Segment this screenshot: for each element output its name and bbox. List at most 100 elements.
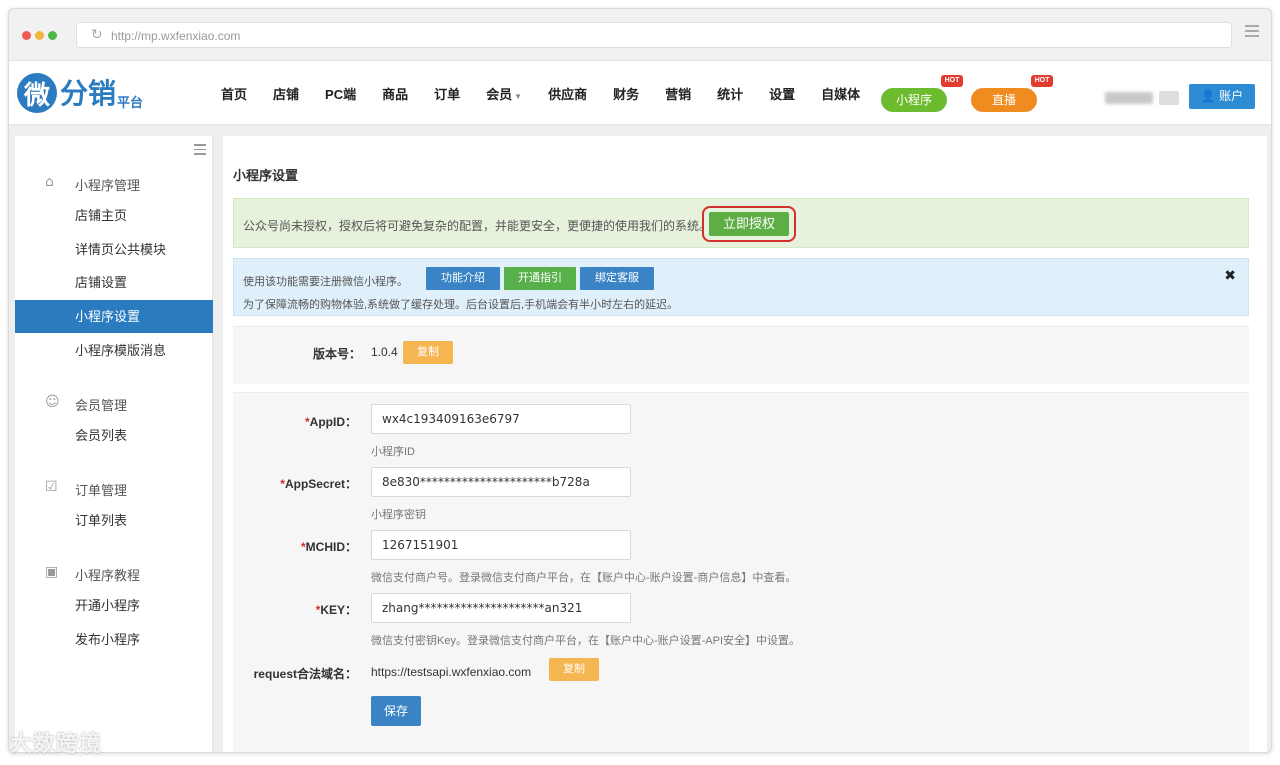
app-header: 微 分销 平台 首页 店铺 PC端 商品 订单 会员 ▼ 供应商 财务 营销 统计…: [9, 61, 1271, 125]
copy-version-button[interactable]: 复制: [403, 341, 453, 364]
auth-alert-text: 公众号尚未授权，授权后将可避免复杂的配置，并能更安全，更便捷的使用我们的系统。: [243, 219, 712, 233]
nav-products[interactable]: 商品: [382, 84, 408, 103]
nav-members-label: 会员: [486, 86, 513, 102]
mchid-label: *MCHID：: [233, 538, 357, 555]
sidebar-item-miniprogram-settings[interactable]: 小程序设置: [15, 300, 213, 333]
open-guide-button[interactable]: 开通指引: [504, 267, 576, 290]
close-icon[interactable]: ✖: [1224, 268, 1236, 284]
version-value: 1.0.4: [371, 345, 398, 359]
sidebar-group-tutorial: ▣ 小程序教程: [15, 560, 213, 584]
username-redacted: [1105, 92, 1153, 104]
sidebar-toggle-icon[interactable]: [194, 144, 206, 158]
sidebar-item-store-home[interactable]: 店铺主页: [15, 199, 213, 232]
feature-intro-button[interactable]: 功能介绍: [426, 267, 500, 290]
version-label: 版本号：: [313, 347, 362, 361]
sidebar-item-order-list[interactable]: 订单列表: [15, 504, 213, 537]
sidebar-group-label: 会员管理: [75, 398, 128, 413]
nav-members[interactable]: 会员 ▼: [486, 84, 522, 103]
user-icon: 👤: [1200, 89, 1216, 103]
key-field[interactable]: [371, 593, 631, 623]
sidebar-item-store-settings[interactable]: 店铺设置: [15, 266, 213, 299]
nav-orders[interactable]: 订单: [434, 84, 460, 103]
logo-text: 分销: [60, 78, 117, 109]
nav-finance[interactable]: 财务: [613, 84, 639, 103]
hot-badge: HOT: [1031, 75, 1053, 87]
key-label: *KEY：: [233, 601, 357, 618]
auth-highlight: 立即授权: [702, 206, 796, 242]
content-panel: 小程序设置 公众号尚未授权，授权后将可避免复杂的配置，并能更安全，更便捷的使用我…: [223, 136, 1267, 752]
nav-pc[interactable]: PC端: [325, 84, 356, 103]
info-alert: 使用该功能需要注册微信小程序。 功能介绍 开通指引 绑定客服 为了保障流畅的购物…: [233, 258, 1249, 316]
reload-icon[interactable]: ↻: [91, 27, 103, 43]
mchid-field[interactable]: [371, 530, 631, 560]
key-help: 微信支付密钥Key。登录微信支付商户平台，在【账户中心-账户设置-API安全】中…: [371, 635, 801, 647]
account-button[interactable]: 👤 账户: [1189, 84, 1255, 109]
main-area: ⌂ 小程序管理 店铺主页 详情页公共模块 店铺设置 小程序设置 小程序模版消息 …: [9, 125, 1271, 752]
nav-home[interactable]: 首页: [221, 84, 247, 103]
browser-toolbar: ↻ http://mp.wxfenxiao.com: [9, 9, 1271, 61]
settings-form: *AppID： 小程序ID *AppSecret： 小程序密钥 *MCHID： …: [233, 392, 1249, 752]
nav-media[interactable]: 自媒体: [821, 84, 860, 103]
save-button[interactable]: 保存: [371, 696, 421, 726]
logo-subtext: 平台: [117, 95, 144, 110]
tutorial-icon: ▣: [45, 564, 59, 580]
cache-notice-text: 为了保障流畅的购物体验,系统做了缓存处理。后台设置后,手机端会有半小时左右的延迟…: [243, 299, 679, 311]
sidebar-group-label: 订单管理: [75, 483, 128, 498]
version-section: 版本号： 1.0.4 复制: [233, 326, 1249, 384]
mail-icon[interactable]: [1159, 91, 1179, 105]
order-icon: ☑: [45, 479, 58, 495]
sidebar-item-publish-miniprogram[interactable]: 发布小程序: [15, 623, 213, 656]
sidebar-item-detail-module[interactable]: 详情页公共模块: [15, 233, 213, 266]
home-icon: ⌂: [45, 174, 54, 190]
mchid-help: 微信支付商户号。登录微信支付商户平台，在【账户中心-账户设置-商户信息】中查看。: [371, 572, 797, 584]
member-icon: ☺: [45, 394, 60, 410]
nav-marketing[interactable]: 营销: [665, 84, 691, 103]
sidebar-group-label: 小程序管理: [75, 178, 141, 193]
watermark: 大数跨境: [10, 731, 103, 756]
sidebar-group-members: ☺ 会员管理: [15, 390, 213, 414]
auth-alert: 公众号尚未授权，授权后将可避免复杂的配置，并能更安全，更便捷的使用我们的系统。 …: [233, 198, 1249, 248]
mchid-label-text: MCHID：: [305, 540, 357, 554]
sidebar-item-template-messages[interactable]: 小程序模版消息: [15, 334, 213, 367]
appsecret-label: *AppSecret：: [233, 475, 357, 492]
address-bar[interactable]: ↻ http://mp.wxfenxiao.com: [76, 22, 1232, 48]
appsecret-field[interactable]: [371, 467, 631, 497]
appid-field[interactable]: [371, 404, 631, 434]
close-window-dot[interactable]: [22, 31, 31, 40]
sidebar: ⌂ 小程序管理 店铺主页 详情页公共模块 店铺设置 小程序设置 小程序模版消息 …: [15, 136, 213, 752]
copy-domain-button[interactable]: 复制: [549, 658, 599, 681]
maximize-window-dot[interactable]: [48, 31, 57, 40]
domain-value: https://testsapi.wxfenxiao.com: [371, 665, 532, 679]
sidebar-group-orders: ☑ 订单管理: [15, 475, 213, 499]
miniprogram-pill[interactable]: 小程序: [881, 88, 947, 112]
key-label-text: KEY：: [320, 603, 357, 617]
sidebar-group-miniprogram: ⌂ 小程序管理: [15, 170, 213, 194]
live-pill[interactable]: 直播: [971, 88, 1037, 112]
account-label: 账户: [1219, 89, 1244, 103]
domain-label: request合法域名：: [253, 667, 357, 681]
sidebar-item-open-miniprogram[interactable]: 开通小程序: [15, 589, 213, 622]
chevron-down-icon: ▼: [514, 91, 523, 101]
nav-suppliers[interactable]: 供应商: [548, 84, 587, 103]
url-text: http://mp.wxfenxiao.com: [111, 29, 241, 43]
browser-menu-icon[interactable]: [1245, 25, 1259, 39]
minimize-window-dot[interactable]: [35, 31, 44, 40]
logo-mark: 微: [17, 73, 57, 113]
logo[interactable]: 微 分销 平台: [17, 69, 143, 113]
top-nav: 首页 店铺 PC端 商品 订单 会员 ▼ 供应商 财务 营销 统计 设置 自媒体: [221, 61, 886, 125]
appsecret-label-text: AppSecret：: [284, 477, 357, 491]
info-alert-text: 使用该功能需要注册微信小程序。: [243, 276, 408, 288]
nav-settings[interactable]: 设置: [769, 84, 795, 103]
nav-stats[interactable]: 统计: [717, 84, 743, 103]
bind-service-button[interactable]: 绑定客服: [580, 267, 654, 290]
hot-badge: HOT: [941, 75, 963, 87]
appid-help: 小程序ID: [371, 446, 415, 458]
appid-label-text: AppID：: [309, 415, 357, 429]
browser-window: ↻ http://mp.wxfenxiao.com 微 分销 平台 首页 店铺 …: [8, 8, 1272, 753]
page-title: 小程序设置: [233, 168, 299, 183]
sidebar-group-label: 小程序教程: [75, 568, 141, 583]
nav-store[interactable]: 店铺: [273, 84, 299, 103]
appid-label: *AppID：: [233, 413, 357, 430]
sidebar-item-member-list[interactable]: 会员列表: [15, 419, 213, 452]
authorize-now-button[interactable]: 立即授权: [709, 212, 789, 236]
